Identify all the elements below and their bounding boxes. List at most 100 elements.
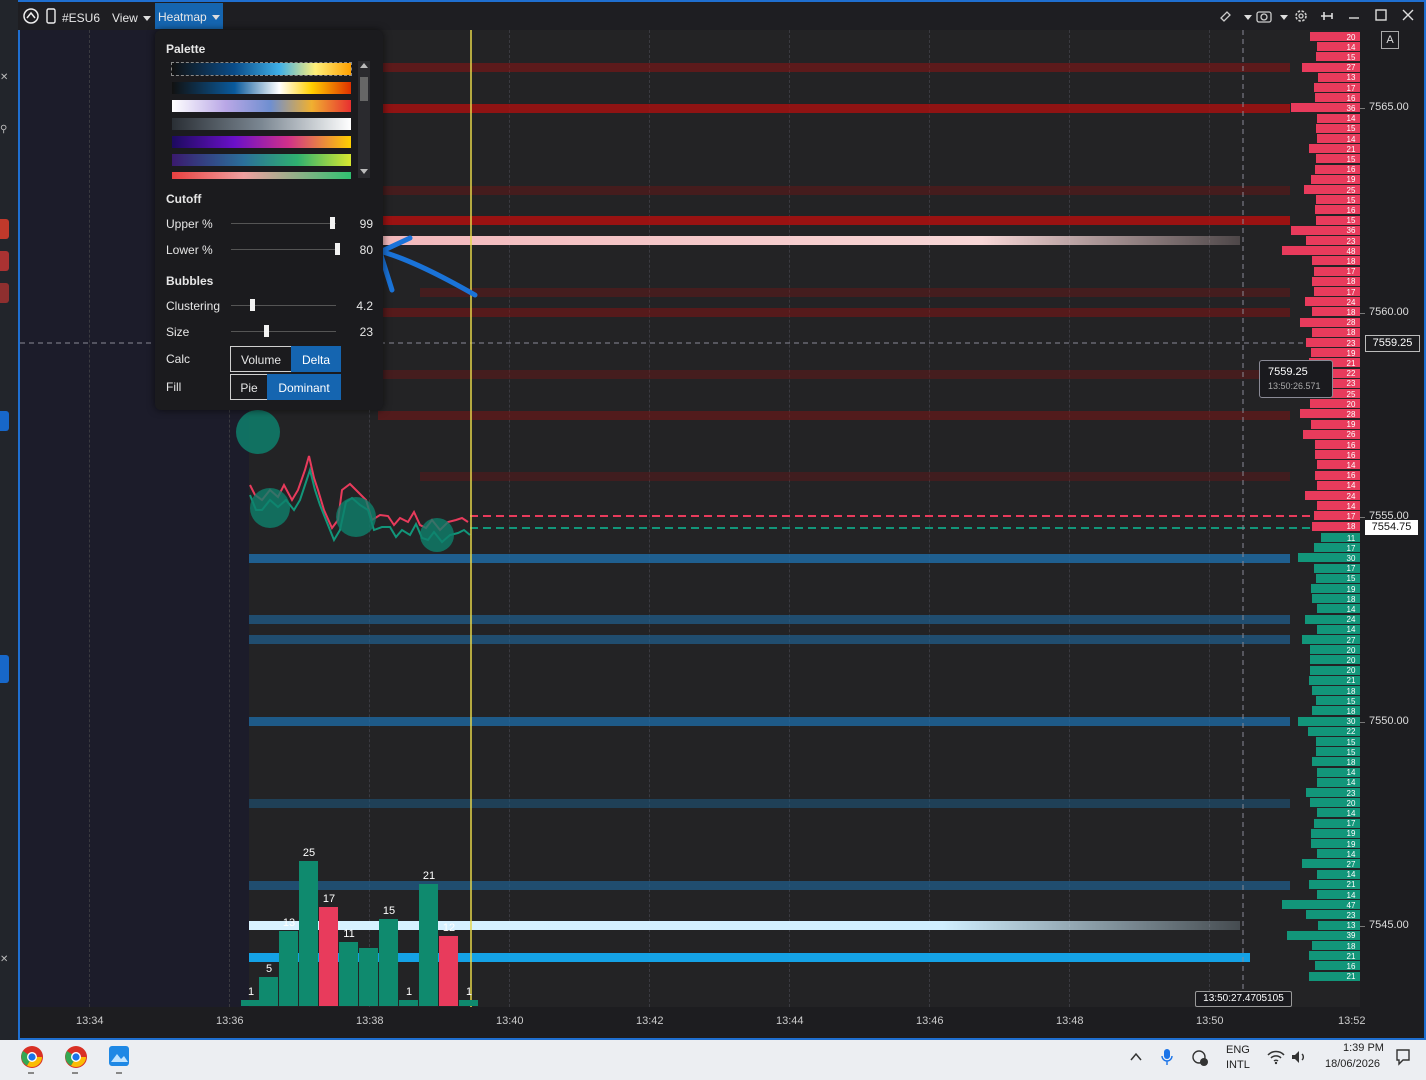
price-tick-label: 7545.00: [1369, 919, 1409, 931]
pin-icon[interactable]: [1320, 10, 1334, 22]
ask-volume-bar: [1302, 429, 1342, 439]
sidebar-blue-button[interactable]: [0, 655, 9, 683]
close-icon[interactable]: [1401, 8, 1415, 22]
sidebar-red-button[interactable]: [0, 283, 9, 303]
bid-volume-label: 20: [1346, 798, 1356, 808]
ask-volume-bar: [1310, 32, 1342, 41]
bid-volume-bar: [1312, 757, 1342, 767]
view-menu[interactable]: View: [112, 11, 151, 25]
notification-icon[interactable]: [1394, 1048, 1412, 1066]
palette-option[interactable]: [171, 62, 352, 76]
clustering-slider-track[interactable]: [231, 305, 336, 306]
bid-volume-label: 20: [1346, 655, 1356, 665]
ask-volume-label: 16: [1346, 165, 1356, 175]
ask-volume-label: 19: [1346, 175, 1356, 185]
symbol-label[interactable]: #ESU6: [62, 11, 100, 25]
liquidity-band: [249, 615, 1290, 624]
clock-time[interactable]: 1:39 PM: [1343, 1042, 1384, 1054]
scroll-down-icon[interactable]: [360, 169, 368, 174]
minimize-icon[interactable]: [1347, 8, 1361, 22]
palette-option[interactable]: [172, 172, 351, 179]
calc-delta-option[interactable]: Delta: [291, 346, 341, 372]
chevron-down-icon[interactable]: [1244, 15, 1252, 20]
language-bottom[interactable]: INTL: [1226, 1059, 1250, 1071]
crosshair-price-label: 7559.25: [1365, 335, 1420, 352]
scroll-thumb[interactable]: [360, 77, 368, 101]
chrome-icon[interactable]: [64, 1045, 88, 1069]
fill-dominant-option[interactable]: Dominant: [267, 374, 341, 400]
palette-option[interactable]: [172, 136, 351, 148]
ask-volume-label: 14: [1346, 42, 1356, 52]
palette-option[interactable]: [172, 118, 351, 130]
microphone-icon[interactable]: [1160, 1048, 1174, 1066]
bid-volume-bar: [1308, 879, 1342, 889]
camera-icon[interactable]: [1256, 9, 1272, 23]
scroll-up-icon[interactable]: [360, 63, 368, 68]
wifi-icon[interactable]: [1267, 1049, 1285, 1065]
sidebar-red-button[interactable]: [0, 251, 9, 271]
maximize-icon[interactable]: [1374, 8, 1388, 22]
clustering-label: Clustering: [166, 299, 221, 313]
language-top[interactable]: ENG: [1226, 1044, 1250, 1056]
ask-volume-label: 18: [1346, 256, 1356, 266]
running-indicator: [28, 1072, 34, 1074]
lower-slider-track[interactable]: [231, 249, 336, 250]
close-icon[interactable]: ✕: [0, 72, 8, 83]
calc-volume-option[interactable]: Volume: [230, 346, 292, 372]
price-tick-label: 7565.00: [1369, 101, 1409, 113]
upper-slider-thumb[interactable]: [330, 217, 335, 229]
phone-icon[interactable]: [46, 8, 56, 24]
link-icon[interactable]: [1218, 9, 1234, 23]
bid-volume-label: 21: [1346, 676, 1356, 686]
bid-volume-label: 15: [1346, 747, 1356, 757]
ask-volume-label: 16: [1346, 471, 1356, 481]
size-slider-track[interactable]: [231, 331, 336, 332]
ask-volume-bar: [1312, 521, 1342, 531]
ask-volume-bar: [1314, 93, 1342, 103]
crosshair-tooltip: 7559.25 13:50:26.571: [1259, 360, 1333, 398]
bid-volume-label: 20: [1346, 666, 1356, 676]
ask-volume-bar: [1312, 256, 1342, 266]
volume-bar: [439, 936, 458, 1006]
ask-volume-label: 18: [1346, 328, 1356, 338]
gear-icon[interactable]: [1293, 8, 1309, 24]
auto-scale-button[interactable]: A: [1381, 31, 1399, 49]
search-icon[interactable]: ⚲: [0, 124, 7, 135]
ask-volume-bar: [1308, 144, 1342, 154]
clock-date[interactable]: 18/06/2026: [1325, 1058, 1380, 1070]
palette-option[interactable]: [172, 100, 351, 112]
photos-icon[interactable]: [108, 1045, 130, 1067]
lower-slider-thumb[interactable]: [335, 243, 340, 255]
liquidity-band: [249, 799, 1290, 808]
chevron-down-icon[interactable]: [1280, 15, 1288, 20]
ask-volume-bar: [1313, 511, 1342, 521]
sidebar-blue-button[interactable]: [0, 411, 9, 431]
chrome-icon[interactable]: [20, 1045, 44, 1069]
palette-option[interactable]: [172, 82, 351, 94]
ask-volume-bar: [1314, 450, 1342, 460]
heatmap-menu[interactable]: Heatmap: [155, 3, 223, 29]
palette-option[interactable]: [172, 154, 351, 166]
bid-volume-label: 11: [1346, 533, 1356, 543]
chevron-up-icon[interactable]: [1129, 1050, 1143, 1064]
ask-volume-label: 36: [1346, 103, 1356, 113]
bid-volume-bar: [1306, 910, 1342, 920]
size-slider-thumb[interactable]: [264, 325, 269, 337]
bid-volume-label: 15: [1346, 696, 1356, 706]
ask-volume-bar: [1313, 83, 1342, 92]
volume-icon[interactable]: [1290, 1049, 1308, 1065]
price-tick-mark: [1360, 722, 1365, 723]
palette-scrollbar[interactable]: [358, 61, 370, 178]
bid-volume-label: 15: [1346, 574, 1356, 584]
liquidity-band: [378, 63, 1290, 72]
sidebar-red-button[interactable]: [0, 219, 9, 239]
ask-volume-bar: [1317, 480, 1342, 490]
close-icon[interactable]: ✕: [0, 954, 8, 965]
upper-slider-track[interactable]: [231, 223, 336, 224]
network-status-icon[interactable]: [1191, 1049, 1209, 1067]
ask-volume-bar: [1300, 409, 1342, 419]
clustering-slider-thumb[interactable]: [250, 299, 255, 311]
bid-volume-label: 39: [1346, 931, 1356, 941]
fill-pie-option[interactable]: Pie: [230, 374, 268, 400]
ask-volume-label: 14: [1346, 134, 1356, 144]
